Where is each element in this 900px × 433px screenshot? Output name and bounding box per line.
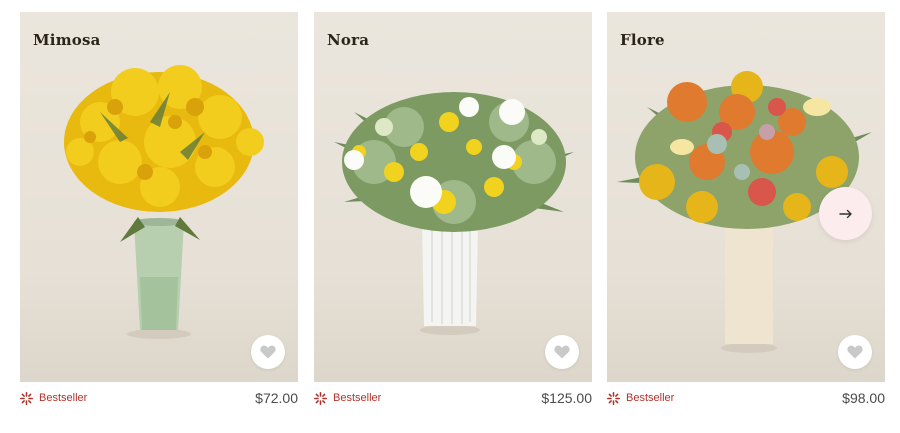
product-card-flore[interactable]: Flore Bestseller $98.00: [607, 12, 885, 414]
product-name[interactable]: Nora: [327, 31, 369, 49]
product-price: $125.00: [541, 390, 592, 406]
carousel-next-button[interactable]: [819, 187, 872, 240]
product-image[interactable]: Flore: [607, 12, 885, 382]
badge-label: Bestseller: [39, 392, 88, 404]
heart-icon: [847, 345, 863, 359]
product-name[interactable]: Flore: [620, 31, 665, 49]
product-price: $98.00: [842, 390, 885, 406]
product-price: $72.00: [255, 390, 298, 406]
favorite-button[interactable]: [838, 335, 872, 369]
badge-label: Bestseller: [626, 392, 675, 404]
product-meta: Bestseller $125.00: [314, 382, 592, 414]
favorite-button[interactable]: [251, 335, 285, 369]
favorite-button[interactable]: [545, 335, 579, 369]
bestseller-badge: Bestseller: [20, 391, 88, 405]
badge-label: Bestseller: [333, 392, 382, 404]
product-card-nora[interactable]: Nora Bestseller $125.00: [314, 12, 592, 414]
product-image[interactable]: Mimosa: [20, 12, 298, 382]
nora-bouquet-image: [334, 92, 574, 335]
bestseller-burst-icon: [607, 391, 620, 405]
bestseller-burst-icon: [20, 391, 33, 405]
heart-icon: [554, 345, 570, 359]
product-name[interactable]: Mimosa: [33, 31, 101, 49]
bestseller-burst-icon: [314, 391, 327, 405]
product-image[interactable]: Nora: [314, 12, 592, 382]
product-carousel: Mimosa Bestseller $72.00 Nora Bestseller…: [0, 0, 900, 433]
arrow-right-icon: [838, 209, 852, 218]
bestseller-badge: Bestseller: [607, 391, 675, 405]
bestseller-badge: Bestseller: [314, 391, 382, 405]
heart-icon: [260, 345, 276, 359]
product-card-mimosa[interactable]: Mimosa Bestseller $72.00: [20, 12, 298, 414]
product-meta: Bestseller $72.00: [20, 382, 298, 414]
mimosa-bouquet-image: [64, 65, 264, 339]
product-meta: Bestseller $98.00: [607, 382, 885, 414]
